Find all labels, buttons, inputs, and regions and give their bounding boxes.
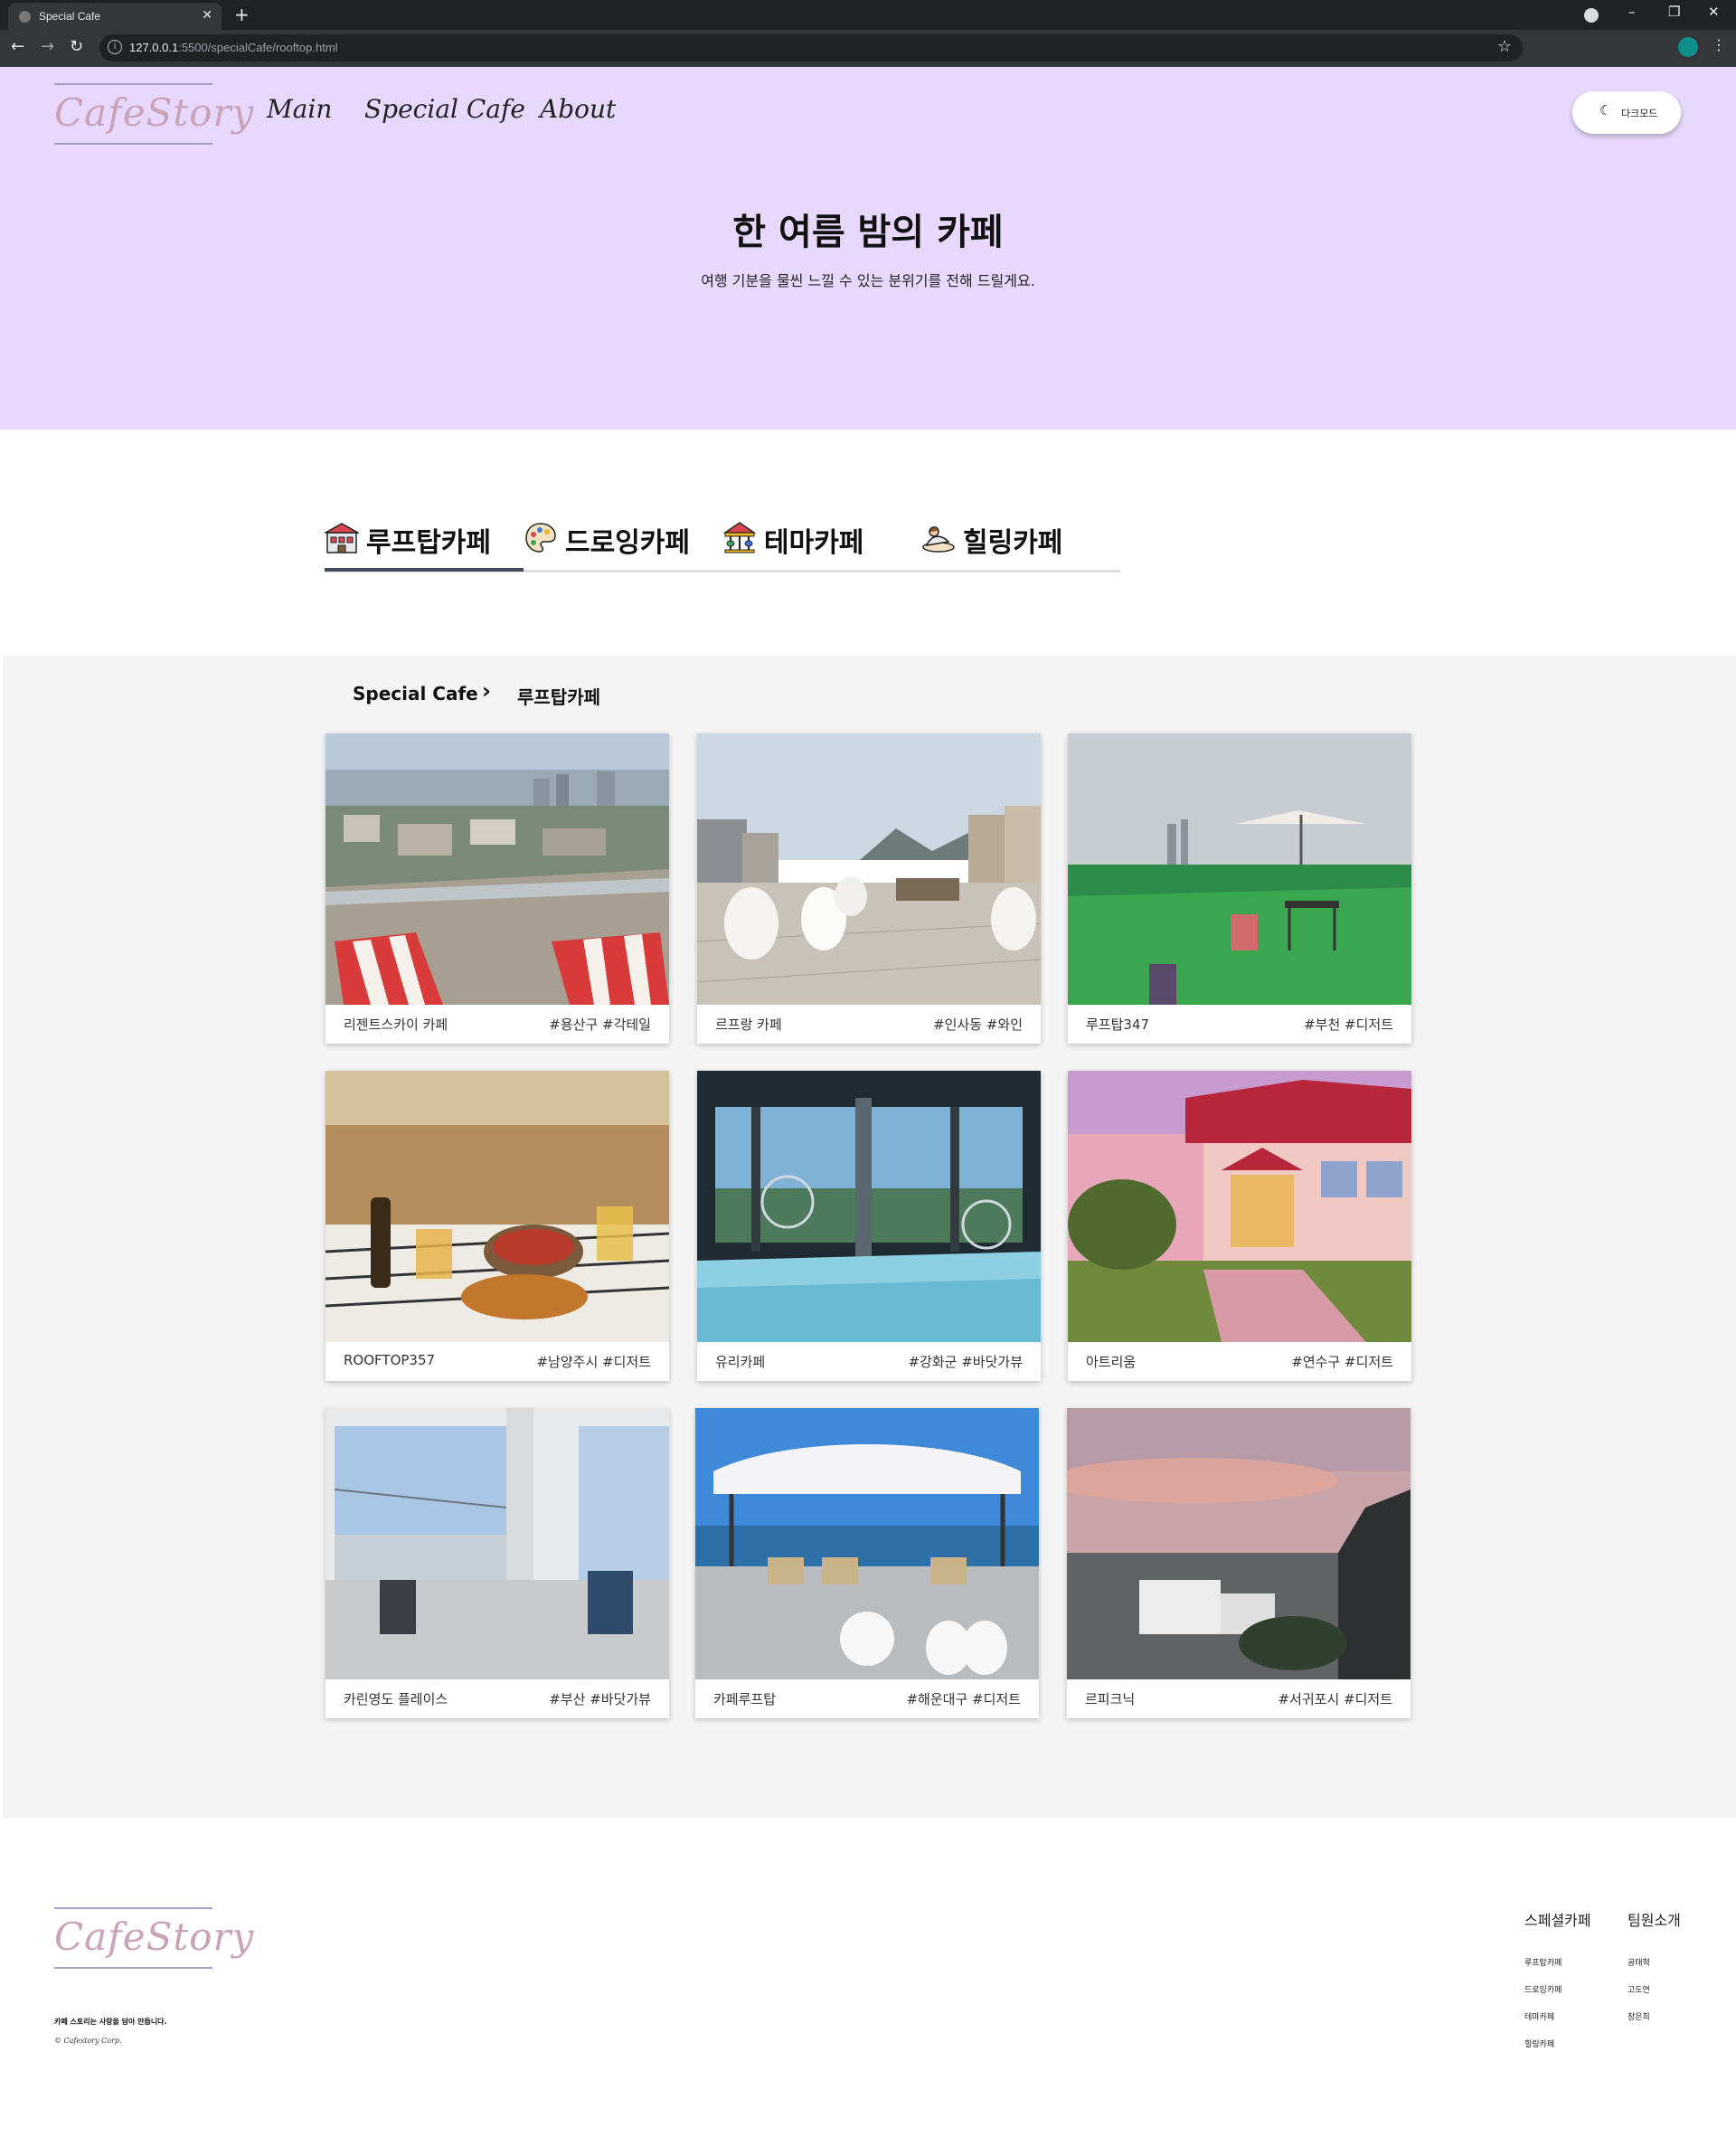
footer-link-member[interactable]: 장은희 — [1628, 2010, 1650, 2022]
browser-tab[interactable]: Special Cafe ✕ — [8, 3, 222, 30]
spa-icon — [922, 526, 955, 553]
moon-icon: ☾ — [1599, 102, 1612, 118]
tab-label: 힐링카페 — [963, 527, 1063, 559]
breadcrumb-current: 루프탑카페 — [517, 686, 600, 708]
tab-label: 테마카페 — [764, 527, 864, 559]
category-tabs: 루프탑카페 드로잉카페 테마카페 힐링카페 — [325, 511, 1120, 572]
profile-avatar[interactable] — [1678, 37, 1698, 57]
cafe-tags: #해운대구 #디저트 — [906, 1691, 1021, 1707]
cafe-name: 르피크닉 — [1085, 1691, 1136, 1707]
window-close-icon[interactable]: ✕ — [1708, 4, 1720, 20]
browser-toolbar: ← → ↻ i 127.0.0.1:5500/specialCafe/rooft… — [0, 30, 1736, 67]
cafe-card[interactable]: 카린영도 플레이스 #부산 #바닷가뷰 — [326, 1408, 669, 1718]
tab-label: 드로잉카페 — [565, 527, 690, 559]
hero-section: CafeStory Main Special Cafe About ☾ 다크모드… — [0, 67, 1736, 430]
cafe-name: 리젠트스카이 카페 — [344, 1016, 448, 1033]
cafe-tags: #서귀포시 #디저트 — [1278, 1691, 1392, 1707]
cafe-photo — [326, 1408, 669, 1679]
cafe-photo — [1068, 733, 1411, 1005]
cafe-card[interactable]: 르피크닉 #서귀포시 #디저트 — [1067, 1408, 1410, 1718]
cafe-name: 루프탑347 — [1086, 1016, 1150, 1033]
address-bar[interactable]: i 127.0.0.1:5500/specialCafe/rooftop.htm… — [99, 34, 1523, 61]
page-subtitle: 여행 기분을 물씬 느낄 수 있는 분위기를 전해 드릴게요. — [701, 272, 1035, 289]
nav-about[interactable]: About — [540, 94, 616, 124]
cafe-photo — [697, 733, 1041, 1005]
cafe-name: 유리카페 — [715, 1354, 766, 1370]
cafe-card[interactable]: 리젠트스카이 카페 #용산구 #각테일 — [326, 733, 669, 1044]
footer-link-member[interactable]: 공태혁 — [1628, 1956, 1650, 1968]
cafe-photo — [1068, 1071, 1411, 1342]
bookmark-star-icon[interactable]: ☆ — [1497, 37, 1512, 56]
cafe-tags: #부천 #디저트 — [1304, 1016, 1393, 1033]
page-title: 한 여름 밤의 카페 — [732, 212, 1004, 253]
browser-tab-bar: Special Cafe ✕ + – ❐ ✕ — [0, 0, 1736, 30]
cafe-card[interactable]: ROOFTOP357 #남양주시 #디저트 — [326, 1071, 669, 1381]
footer-tagline: 카페 스토리는 사랑을 담아 만듭니다. — [54, 2018, 167, 2026]
cafe-card[interactable]: 루프탑347 #부천 #디저트 — [1068, 733, 1411, 1044]
cafe-card[interactable]: 아트리움 #연수구 #디저트 — [1068, 1071, 1411, 1381]
tab-label: 루프탑카페 — [366, 527, 491, 559]
palette-icon — [525, 523, 556, 553]
cafe-name: 르프랑 카페 — [715, 1016, 782, 1033]
footer-col-special-cafe-title: 스페셜카페 — [1524, 1912, 1591, 1929]
footer-link-drawing[interactable]: 드로잉카페 — [1524, 1983, 1561, 1995]
forward-icon[interactable]: → — [41, 37, 54, 56]
cafe-tags: #용산구 #각테일 — [549, 1016, 651, 1033]
cafe-tags: #남양주시 #디저트 — [536, 1354, 651, 1370]
url-text: 127.0.0.1:5500/specialCafe/rooftop.html — [129, 41, 338, 54]
footer-col-team-title: 팀원소개 — [1628, 1912, 1681, 1929]
cafe-photo — [695, 1408, 1039, 1679]
cafe-photo — [326, 1071, 669, 1342]
cafe-tags: #연수구 #디저트 — [1291, 1354, 1393, 1370]
cafe-name: 카린영도 플레이스 — [344, 1691, 448, 1707]
reload-icon[interactable]: ↻ — [70, 37, 83, 56]
footer-link-healing[interactable]: 힐링카페 — [1524, 2038, 1554, 2049]
dark-mode-label: 다크모드 — [1621, 108, 1658, 119]
rooftop-building-icon — [325, 523, 359, 553]
nav-main[interactable]: Main — [267, 94, 332, 124]
cafe-card[interactable]: 카페루프탑 #해운대구 #디저트 — [695, 1408, 1039, 1718]
cafe-photo — [697, 1071, 1041, 1342]
cafe-card[interactable]: 유리카페 #강화군 #바닷가뷰 — [697, 1071, 1041, 1381]
carousel-icon — [722, 522, 757, 553]
new-tab-icon[interactable]: + — [234, 4, 250, 25]
back-icon[interactable]: ← — [11, 37, 24, 56]
close-tab-icon[interactable]: ✕ — [202, 8, 212, 23]
favicon-icon — [19, 11, 31, 23]
dark-mode-button[interactable]: ☾ 다크모드 — [1572, 91, 1681, 134]
tab-title: Special Cafe — [39, 10, 101, 23]
cafe-card[interactable]: 르프랑 카페 #인사동 #와인 — [697, 733, 1041, 1044]
tab-search-icon[interactable] — [1584, 8, 1599, 23]
footer-link-rooftop[interactable]: 루프탑카페 — [1524, 1956, 1561, 1968]
breadcrumb-root[interactable]: Special Cafe — [353, 683, 478, 704]
cafe-name: 카페루프탑 — [713, 1691, 777, 1707]
cafe-tags: #인사동 #와인 — [933, 1016, 1023, 1033]
chevron-right-icon: › — [482, 678, 491, 704]
restore-icon[interactable]: ❐ — [1668, 4, 1680, 20]
cafe-name: ROOFTOP357 — [344, 1352, 436, 1368]
active-tab-indicator — [325, 568, 524, 572]
cafe-photo — [1067, 1408, 1410, 1679]
footer-link-member[interactable]: 고도연 — [1628, 1983, 1650, 1995]
footer-logo[interactable]: CafeStory — [54, 1907, 253, 1969]
cafe-tags: #강화군 #바닷가뷰 — [908, 1354, 1023, 1370]
cafe-photo — [326, 733, 669, 1005]
site-info-icon[interactable]: i — [108, 40, 122, 54]
cafe-name: 아트리움 — [1086, 1354, 1137, 1370]
cafe-tags: #부산 #바닷가뷰 — [549, 1691, 651, 1707]
more-menu-icon[interactable]: ⋮ — [1712, 36, 1726, 53]
footer-link-theme[interactable]: 테마카페 — [1524, 2010, 1554, 2022]
nav-special-cafe[interactable]: Special Cafe — [364, 94, 525, 124]
footer-copyright: © Cafestory Corp. — [54, 2037, 122, 2045]
header-logo[interactable]: CafeStory — [54, 83, 253, 145]
minimize-icon[interactable]: – — [1628, 4, 1636, 20]
